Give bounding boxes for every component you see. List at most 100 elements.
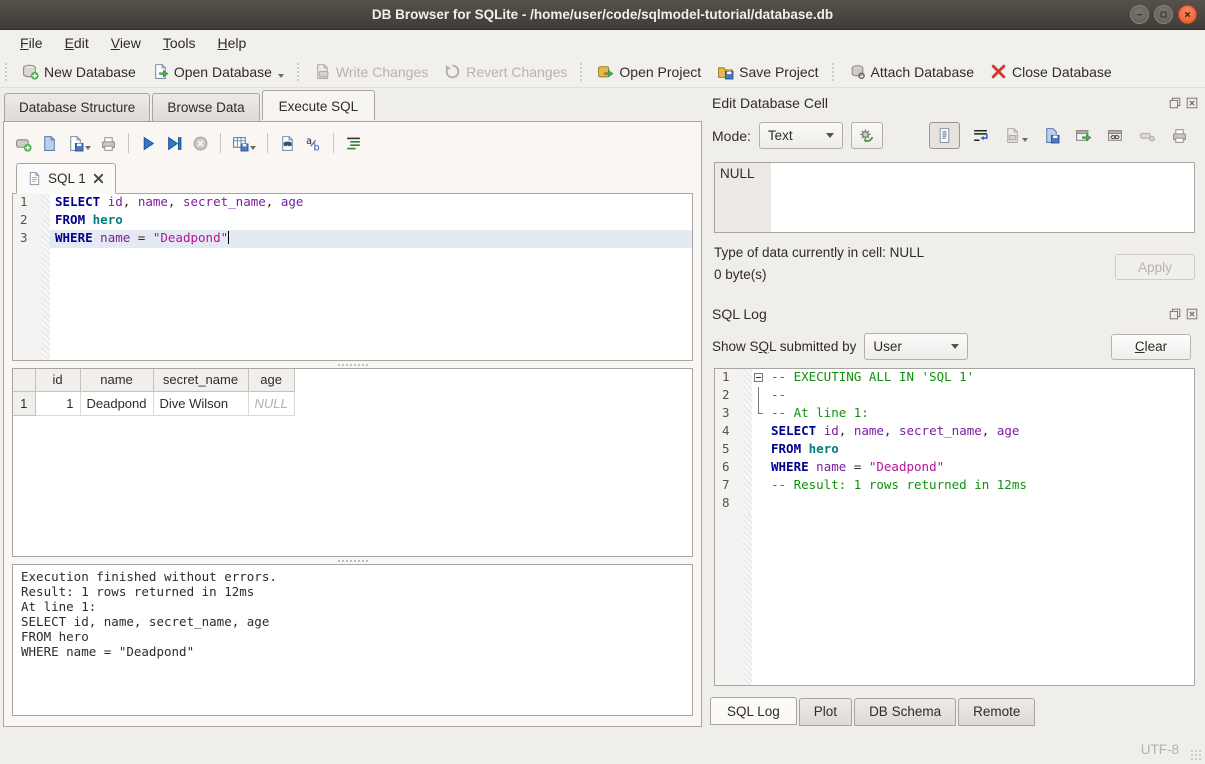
results-message-splitter[interactable] [12,557,693,564]
toolbar-button-label: Write Changes [336,64,428,80]
results-grid[interactable]: idnamesecret_nameage11DeadpondDive Wilso… [12,368,693,557]
menu-file[interactable]: File [10,33,53,53]
fold-marker[interactable] [752,369,766,387]
sql-editor[interactable]: 1SELECT id, name, secret_name, age2FROM … [12,193,693,361]
word-wrap-button[interactable] [969,124,992,147]
line-number: 4 [715,423,743,441]
open-sql-file-button[interactable] [38,132,61,155]
toolbar-separator [333,133,334,153]
resize-grip-icon[interactable] [1190,749,1202,761]
fold-marker [752,387,766,405]
new-database-button[interactable]: New Database [14,60,144,83]
cell[interactable]: Deadpond [80,391,153,415]
attach-database-button[interactable]: Attach Database [841,60,983,83]
line-number: 2 [715,387,743,405]
open-link-button[interactable] [1104,124,1127,147]
tab-database-structure[interactable]: Database Structure [4,93,150,123]
open-project-button[interactable]: Open Project [589,60,709,83]
line-number: 8 [715,495,743,513]
revert-changes-button: Revert Changes [436,60,575,83]
close-database-button[interactable]: Close Database [982,60,1120,83]
editor-results-splitter[interactable] [12,361,693,368]
float-panel-icon[interactable] [1168,307,1182,321]
fold-marker [752,405,766,423]
tab-browse-data[interactable]: Browse Data [152,93,259,123]
auto-complete-button[interactable]: ab [302,132,325,155]
write-changes-icon [314,63,331,80]
menu-tools[interactable]: Tools [153,33,206,53]
text-mode-button[interactable] [929,122,960,149]
toolbar-separator [220,133,221,153]
cell-value-editor[interactable]: NULL [714,162,1195,233]
main-tab-bar: Database StructureBrowse DataExecute SQL [4,90,377,120]
cell[interactable]: 1 [35,391,80,415]
column-header-age[interactable]: age [248,369,294,391]
auto-complete-icon: ab [305,135,322,152]
minimize-button[interactable] [1130,5,1149,24]
toolbar-grip [579,62,584,82]
save-sql-file-button[interactable] [64,132,94,155]
sql-editor-tab[interactable]: SQL 1 [16,163,116,194]
print-sql-button[interactable] [97,132,120,155]
dock-tab-db-schema[interactable]: DB Schema [854,698,956,726]
column-header-name[interactable]: name [80,369,153,391]
code-text: -- Result: 1 rows returned in 12ms [766,477,1194,495]
menu-edit[interactable]: Edit [55,33,99,53]
set-null-button [1136,124,1159,147]
save-results-button[interactable] [229,132,259,155]
close-panel-icon[interactable] [1185,307,1199,321]
sql-editor-tab-bar: SQL 1 [12,163,693,193]
dropdown-arrow-icon[interactable] [85,146,91,150]
execute-all-button[interactable] [137,132,160,155]
dock-tab-remote[interactable]: Remote [958,698,1035,726]
maximize-button[interactable] [1154,5,1173,24]
print-sql-icon [100,135,117,152]
dropdown-arrow-icon[interactable] [278,74,284,78]
print-cell-button[interactable] [1168,124,1191,147]
export-data-button[interactable] [1040,124,1063,147]
save-sql-file-icon [67,135,84,152]
save-project-button[interactable]: Save Project [709,60,826,83]
column-header-id[interactable]: id [35,369,80,391]
toolbar-button-label: Attach Database [871,64,975,80]
menu-help[interactable]: Help [208,33,257,53]
menu-view[interactable]: View [101,33,151,53]
execute-current-line-button[interactable] [163,132,186,155]
row-header[interactable]: 1 [13,391,35,415]
format-sql-button[interactable] [342,132,365,155]
mode-select[interactable]: Text [759,122,843,149]
cell[interactable]: NULL [248,391,294,415]
close-panel-icon[interactable] [1185,96,1199,110]
write-changes-button: Write Changes [306,60,436,83]
find-replace-icon [279,135,296,152]
open-database-button[interactable]: Open Database [144,60,292,83]
open-external-button[interactable] [1072,124,1095,147]
submitter-select[interactable]: User [864,333,968,360]
sql-log-view[interactable]: 1-- EXECUTING ALL IN 'SQL 1'2--3-- At li… [714,368,1195,686]
code-line: 5FROM hero [715,441,1194,459]
save-project-icon [717,63,734,80]
attach-database-icon [849,63,866,80]
line-number: 2 [13,212,41,230]
clear-log-button[interactable]: Clear [1111,334,1191,360]
auto-mode-button[interactable] [851,122,883,149]
corner-header[interactable] [13,369,35,391]
new-sql-tab-button[interactable] [12,132,35,155]
dropdown-arrow-icon[interactable] [250,146,256,150]
column-header-secret_name[interactable]: secret_name [153,369,248,391]
apply-button: Apply [1115,254,1195,280]
code-line: 2-- [715,387,1194,405]
toolbar-separator [128,133,129,153]
float-panel-icon[interactable] [1168,96,1182,110]
close-tab-icon[interactable] [92,172,105,185]
close-button[interactable] [1178,5,1197,24]
execution-message-pane[interactable]: Execution finished without errors. Resul… [12,564,693,716]
toolbar-button-label: Save Project [739,64,818,80]
cell-value: NULL [715,163,771,232]
cell[interactable]: Dive Wilson [153,391,248,415]
dock-tab-sql-log[interactable]: SQL Log [710,697,797,725]
dock-tab-plot[interactable]: Plot [799,698,852,726]
text-caret [228,231,229,244]
tab-execute-sql[interactable]: Execute SQL [262,90,376,120]
find-replace-button[interactable] [276,132,299,155]
